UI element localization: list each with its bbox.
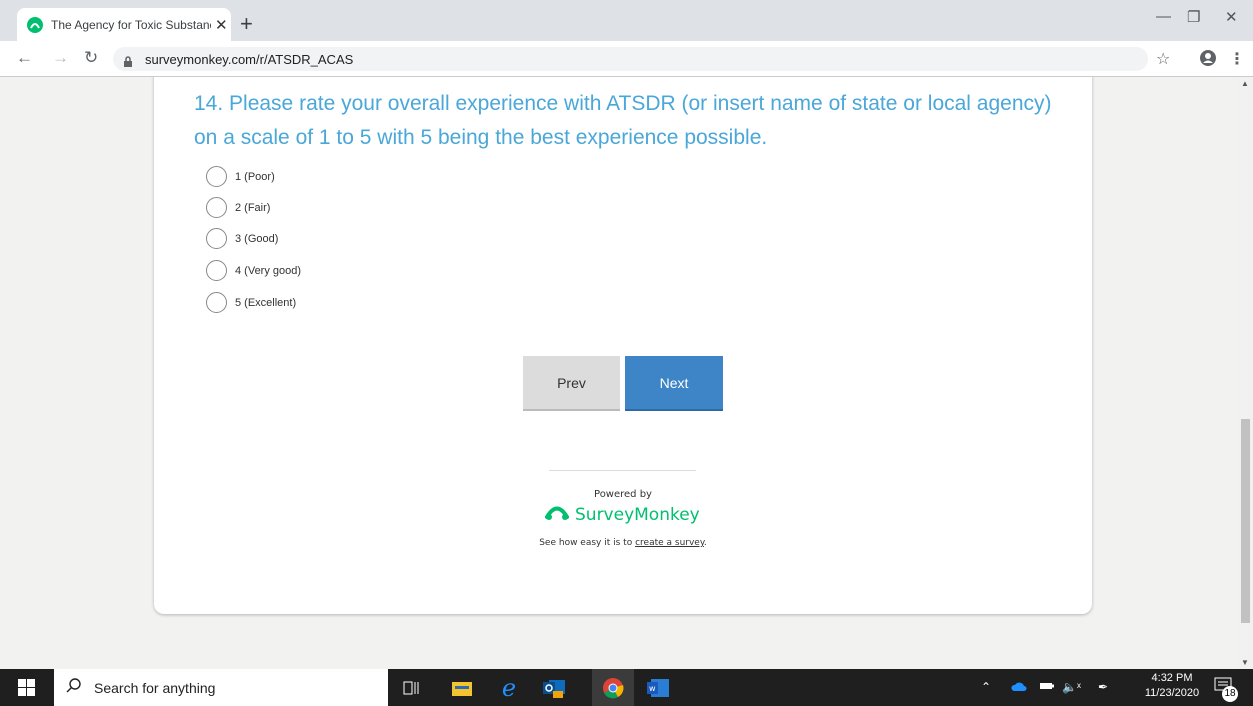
windows-taskbar: Search for anything e w ⌃ 🔈ˣ ✒ 4:32 PM 1… xyxy=(0,669,1253,706)
search-placeholder: Search for anything xyxy=(94,679,216,696)
close-window-icon[interactable]: ✕ xyxy=(1225,8,1238,26)
browser-tab-strip: The Agency for Toxic Substances ✕ + — ❐ … xyxy=(0,0,1253,41)
option-label: 1 (Poor) xyxy=(235,170,275,183)
new-tab-button[interactable]: + xyxy=(240,11,253,37)
surveymonkey-logo[interactable]: SurveyMonkey xyxy=(545,504,700,525)
battery-icon[interactable] xyxy=(1039,680,1055,694)
option-2[interactable]: 2 (Fair) xyxy=(206,197,270,218)
tab-close-icon[interactable]: ✕ xyxy=(215,16,228,34)
outlook-icon[interactable] xyxy=(541,675,567,701)
powered-by-text: Powered by xyxy=(594,489,652,500)
next-button[interactable]: Next xyxy=(625,356,723,411)
url-text: surveymonkey.com/r/ATSDR_ACAS xyxy=(145,51,354,67)
back-arrow-icon[interactable]: ← xyxy=(16,48,33,68)
minimize-icon[interactable]: — xyxy=(1156,8,1171,25)
survey-card: 14. Please rate your overall experience … xyxy=(154,77,1092,614)
bookmark-star-icon[interactable]: ☆ xyxy=(1156,49,1170,69)
prev-button[interactable]: Prev xyxy=(523,356,620,411)
search-icon xyxy=(66,677,82,698)
option-4[interactable]: 4 (Very good) xyxy=(206,260,301,281)
radio-button[interactable] xyxy=(206,292,227,313)
address-bar[interactable]: surveymonkey.com/r/ATSDR_ACAS xyxy=(113,47,1148,71)
clock-date: 11/23/2020 xyxy=(1144,687,1200,699)
create-survey-link[interactable]: create a survey xyxy=(635,538,704,548)
menu-kebab-icon[interactable]: ⋮ xyxy=(1229,49,1245,69)
pen-icon[interactable]: ✒ xyxy=(1098,680,1108,694)
browser-tab[interactable]: The Agency for Toxic Substances ✕ xyxy=(17,8,231,41)
radio-button[interactable] xyxy=(206,260,227,281)
see-how-suffix: . xyxy=(703,538,707,548)
option-label: 5 (Excellent) xyxy=(235,296,297,309)
scroll-down-icon[interactable]: ▼ xyxy=(1241,658,1249,667)
surveymonkey-favicon-icon xyxy=(27,16,43,33)
reload-icon[interactable]: ↻ xyxy=(84,48,98,68)
page-viewport: 14. Please rate your overall experience … xyxy=(0,77,1238,669)
forward-arrow-icon[interactable]: → xyxy=(52,48,69,68)
footer-divider xyxy=(549,470,696,471)
page-scrollbar[interactable]: ▲ ▼ xyxy=(1238,77,1253,669)
taskbar-search[interactable]: Search for anything xyxy=(54,669,388,706)
file-explorer-icon[interactable] xyxy=(449,675,475,701)
question-text: 14. Please rate your overall experience … xyxy=(194,92,1052,149)
brand-name: SurveyMonkey xyxy=(575,504,700,525)
tray-chevron-up-icon[interactable]: ⌃ xyxy=(981,680,991,694)
onedrive-cloud-icon[interactable] xyxy=(1011,680,1027,694)
edge-browser-icon[interactable]: e xyxy=(496,674,522,702)
option-label: 3 (Good) xyxy=(235,232,279,245)
lock-icon xyxy=(123,54,133,67)
option-5[interactable]: 5 (Excellent) xyxy=(206,292,296,313)
task-view-icon[interactable] xyxy=(398,675,424,701)
radio-button[interactable] xyxy=(206,228,227,249)
radio-button[interactable] xyxy=(206,197,227,218)
surveymonkey-logo-icon xyxy=(545,504,569,525)
radio-button[interactable] xyxy=(206,166,227,187)
volume-muted-icon[interactable]: 🔈ˣ xyxy=(1062,680,1081,694)
browser-toolbar: ← → ↻ surveymonkey.com/r/ATSDR_ACAS ☆ ⋮ xyxy=(0,41,1253,77)
profile-icon[interactable] xyxy=(1199,49,1217,72)
scroll-thumb[interactable] xyxy=(1241,419,1250,623)
taskbar-clock[interactable]: 4:32 PM 11/23/2020 xyxy=(1137,671,1207,701)
see-how-prefix: See how easy it is to xyxy=(539,538,636,548)
see-how-text: See how easy it is to create a survey. xyxy=(473,538,773,548)
restore-icon[interactable]: ❐ xyxy=(1187,8,1200,26)
clock-time: 4:32 PM xyxy=(1151,672,1193,684)
tab-title: The Agency for Toxic Substances xyxy=(51,17,211,32)
windows-start-icon[interactable] xyxy=(18,679,35,696)
option-3[interactable]: 3 (Good) xyxy=(206,228,278,249)
option-label: 4 (Very good) xyxy=(235,264,302,277)
scroll-up-icon[interactable]: ▲ xyxy=(1241,79,1249,88)
option-1[interactable]: 1 (Poor) xyxy=(206,166,275,187)
word-icon[interactable]: w xyxy=(645,675,671,701)
svg-text:w: w xyxy=(649,684,656,693)
chrome-icon[interactable] xyxy=(592,669,634,706)
option-label: 2 (Fair) xyxy=(235,201,271,214)
notification-count-badge: 18 xyxy=(1222,686,1238,702)
